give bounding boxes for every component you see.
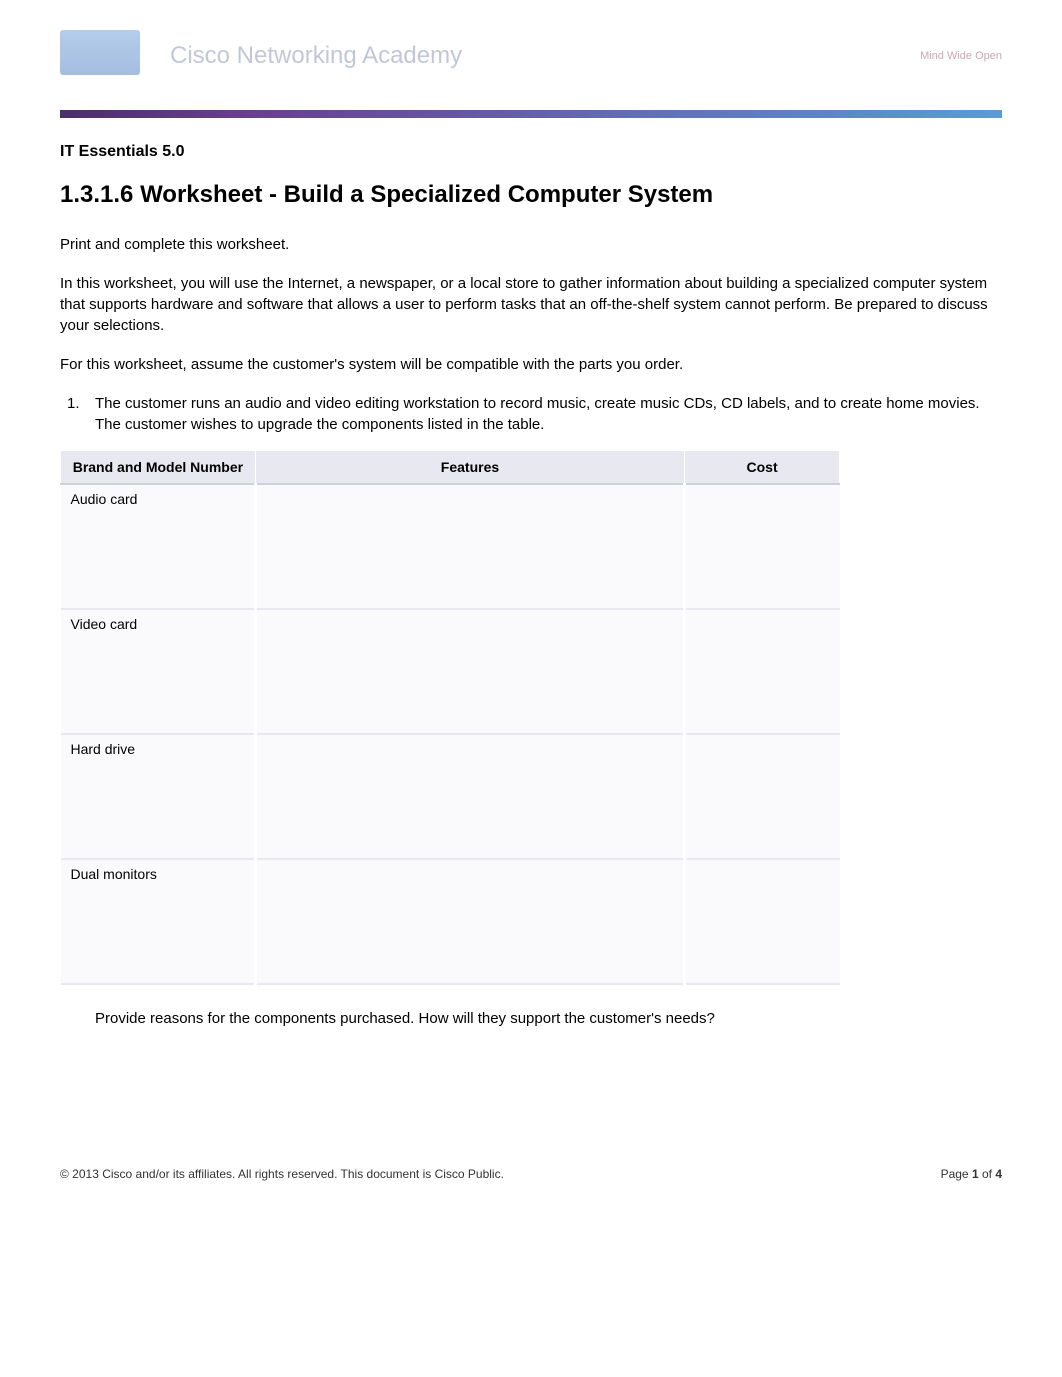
instruction-print: Print and complete this worksheet. [60, 234, 1002, 255]
cell-brand-model[interactable]: Video card [61, 609, 256, 734]
cell-cost[interactable] [685, 484, 840, 609]
table-row: Dual monitors [61, 859, 840, 984]
page-of: of [979, 1167, 996, 1181]
academy-title: Cisco Networking Academy [170, 42, 462, 70]
course-title: IT Essentials 5.0 [60, 143, 1002, 161]
header-cost: Cost [685, 451, 840, 485]
cell-cost[interactable] [685, 609, 840, 734]
cell-features[interactable] [255, 609, 684, 734]
header-features: Features [255, 451, 684, 485]
cell-brand-model[interactable]: Dual monitors [61, 859, 256, 984]
page-current: 1 [972, 1167, 979, 1181]
cell-features[interactable] [255, 859, 684, 984]
instruction-assumption: For this worksheet, assume the customer'… [60, 354, 1002, 375]
divider-bar [60, 110, 1002, 118]
cell-brand-model[interactable]: Hard drive [61, 734, 256, 859]
header-banner: Cisco Networking Academy Mind Wide Open [60, 30, 1002, 90]
table-header-row: Brand and Model Number Features Cost [61, 451, 840, 485]
numbered-item-1: 1. The customer runs an audio and video … [95, 393, 1002, 435]
table-row: Hard drive [61, 734, 840, 859]
cell-cost[interactable] [685, 859, 840, 984]
worksheet-title: 1.3.1.6 Worksheet - Build a Specialized … [60, 181, 1002, 209]
cell-features[interactable] [255, 484, 684, 609]
cell-brand-model[interactable]: Audio card [61, 484, 256, 609]
page-footer: © 2013 Cisco and/or its affiliates. All … [60, 1167, 1002, 1181]
table-row: Audio card [61, 484, 840, 609]
question-reasons: Provide reasons for the components purch… [95, 1010, 1002, 1027]
header-brand-model: Brand and Model Number [61, 451, 256, 485]
cisco-logo [60, 30, 140, 75]
cell-cost[interactable] [685, 734, 840, 859]
tagline-text: Mind Wide Open [920, 50, 1002, 62]
page-total: 4 [995, 1167, 1002, 1181]
cell-features[interactable] [255, 734, 684, 859]
footer-page-info: Page 1 of 4 [941, 1167, 1002, 1181]
item-text: The customer runs an audio and video edi… [95, 395, 980, 433]
components-table: Brand and Model Number Features Cost Aud… [60, 450, 840, 985]
table-row: Video card [61, 609, 840, 734]
item-number: 1. [67, 393, 80, 414]
instruction-description: In this worksheet, you will use the Inte… [60, 273, 1002, 336]
page-label: Page [941, 1167, 972, 1181]
footer-copyright: © 2013 Cisco and/or its affiliates. All … [60, 1167, 504, 1181]
